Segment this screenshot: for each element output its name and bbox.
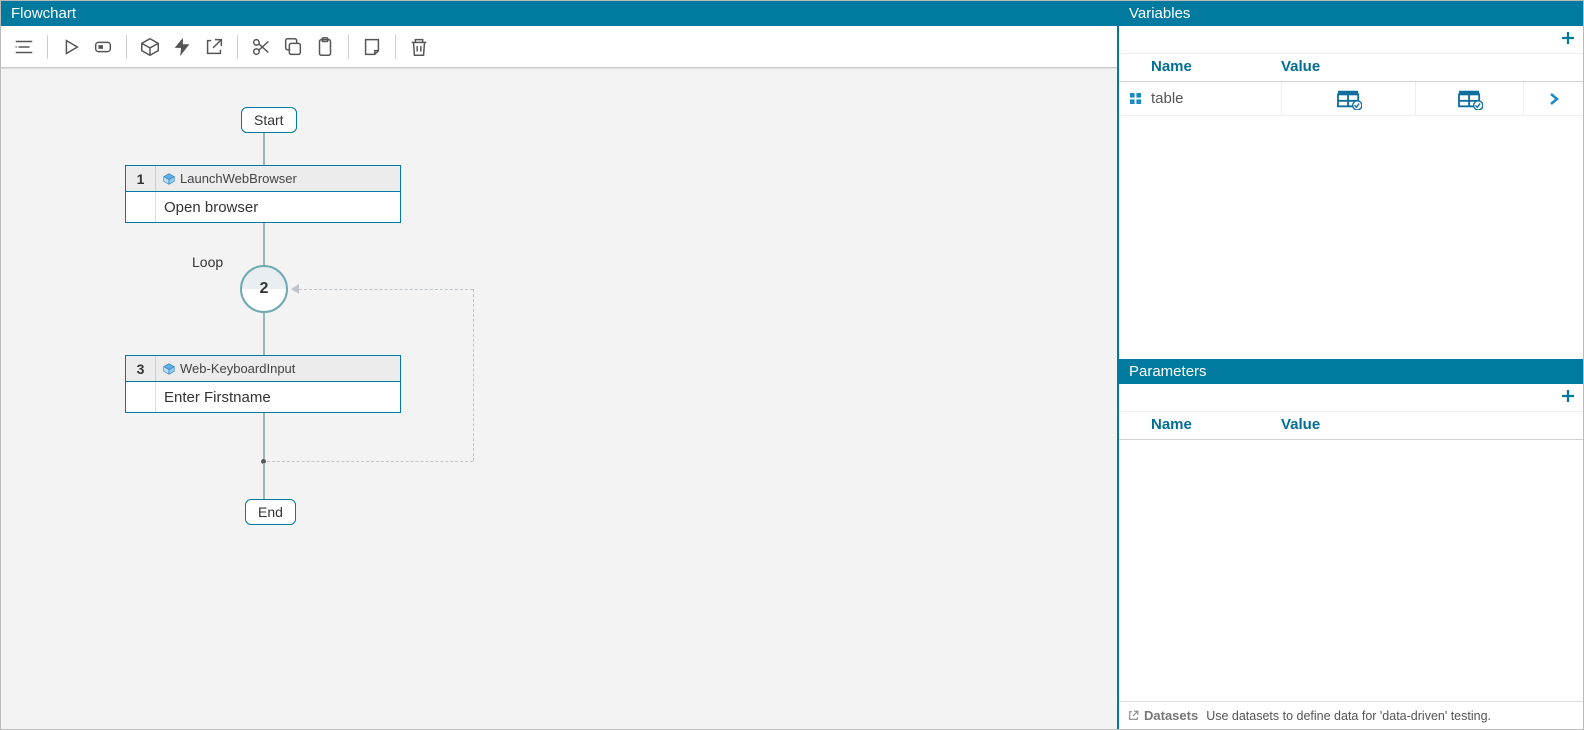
step-number: 3 — [126, 356, 156, 381]
parameters-col-value: Value — [1281, 416, 1583, 433]
toolbar-separator — [47, 35, 48, 59]
step-body-gutter — [126, 192, 156, 222]
toolbar-separator — [237, 35, 238, 59]
connector — [263, 463, 265, 499]
parameters-panel: Parameters Name Value Datasets Use datas… — [1119, 359, 1583, 729]
step-node-1[interactable]: 1 LaunchWebBrowser Open browser — [125, 165, 401, 223]
lightning-icon — [171, 36, 193, 58]
breakpoint-button[interactable] — [88, 32, 118, 62]
variable-row[interactable]: table — [1119, 82, 1583, 116]
external-link-icon — [1127, 709, 1140, 722]
step-type: LaunchWebBrowser — [156, 171, 297, 186]
add-parameter-button[interactable] — [1559, 386, 1577, 410]
datasets-link[interactable]: Datasets — [1127, 708, 1198, 723]
chevron-right-icon — [1548, 92, 1560, 106]
plus-icon — [1559, 29, 1577, 47]
toolbar-separator — [395, 35, 396, 59]
cube-icon — [162, 362, 176, 376]
parameters-grid-body — [1119, 440, 1583, 701]
copy-button[interactable] — [278, 32, 308, 62]
delete-button[interactable] — [404, 32, 434, 62]
variable-name: table — [1151, 90, 1281, 107]
plus-icon — [1559, 387, 1577, 405]
variables-toolbar — [1119, 26, 1583, 54]
table-edit-icon — [1336, 88, 1362, 110]
play-button[interactable] — [56, 32, 86, 62]
external-button[interactable] — [199, 32, 229, 62]
variable-type-icon — [1119, 93, 1151, 104]
loop-return-arrow — [291, 284, 299, 294]
step-body-text: Enter Firstname — [156, 382, 400, 412]
table-type-icon — [1130, 93, 1141, 104]
package-button[interactable] — [135, 32, 165, 62]
note-button[interactable] — [357, 32, 387, 62]
package-icon — [139, 36, 161, 58]
step-header: 1 LaunchWebBrowser — [126, 166, 400, 192]
connector — [263, 133, 265, 165]
connector — [263, 313, 265, 355]
end-node[interactable]: End — [245, 499, 296, 525]
start-node[interactable]: Start — [241, 107, 297, 133]
paste-button[interactable] — [310, 32, 340, 62]
align-icon — [13, 36, 35, 58]
flowchart-title: Flowchart — [1, 1, 1117, 26]
variable-value-edit-2[interactable] — [1415, 82, 1523, 115]
align-button[interactable] — [9, 32, 39, 62]
breakpoint-icon — [92, 36, 114, 58]
step-type-label: Web-KeyboardInput — [180, 361, 295, 376]
note-icon — [361, 36, 383, 58]
add-variable-button[interactable] — [1559, 28, 1577, 52]
table-edit-icon — [1457, 88, 1483, 110]
app-root: Flowchart — [0, 0, 1584, 730]
step-body: Enter Firstname — [126, 382, 400, 412]
parameters-footer: Datasets Use datasets to define data for… — [1119, 701, 1583, 729]
step-body-gutter — [126, 382, 156, 412]
parameters-grid-header: Name Value — [1119, 412, 1583, 440]
connector — [263, 413, 265, 459]
loop-return-line — [267, 461, 473, 462]
flowchart-canvas[interactable]: Start 1 LaunchWebBrowser Open browser Lo… — [1, 68, 1117, 729]
step-number: 1 — [126, 166, 156, 191]
loop-label: Loop — [192, 254, 223, 270]
variable-expand-button[interactable] — [1523, 82, 1583, 115]
external-link-icon — [203, 36, 225, 58]
trash-icon — [408, 36, 430, 58]
play-icon — [60, 36, 82, 58]
toolbar-separator — [348, 35, 349, 59]
scissors-icon — [250, 36, 272, 58]
cube-icon — [162, 172, 176, 186]
variables-panel: Variables Name Value table — [1119, 1, 1583, 359]
step-type: Web-KeyboardInput — [156, 361, 295, 376]
step-type-label: LaunchWebBrowser — [180, 171, 297, 186]
variable-value-edit-1[interactable] — [1281, 82, 1415, 115]
variables-col-value: Value — [1281, 58, 1583, 75]
datasets-label: Datasets — [1144, 708, 1198, 723]
step-body: Open browser — [126, 192, 400, 222]
loop-node[interactable]: 2 — [240, 265, 288, 313]
flowchart-toolbar — [1, 26, 1117, 68]
variables-grid-body: table — [1119, 82, 1583, 359]
connector — [263, 223, 265, 265]
clipboard-icon — [314, 36, 336, 58]
step-node-2[interactable]: 3 Web-KeyboardInput Enter Firstname — [125, 355, 401, 413]
right-panel: Variables Name Value table — [1119, 1, 1583, 729]
loop-return-line — [299, 289, 473, 290]
parameters-toolbar — [1119, 384, 1583, 412]
variables-title: Variables — [1119, 1, 1583, 26]
datasets-hint: Use datasets to define data for 'data-dr… — [1206, 709, 1491, 723]
step-header: 3 Web-KeyboardInput — [126, 356, 400, 382]
loop-return-line — [473, 289, 474, 461]
variables-grid-header: Name Value — [1119, 54, 1583, 82]
parameters-col-name: Name — [1151, 416, 1281, 433]
parameters-title: Parameters — [1119, 359, 1583, 384]
cut-button[interactable] — [246, 32, 276, 62]
step-body-text: Open browser — [156, 192, 400, 222]
toolbar-separator — [126, 35, 127, 59]
flowchart-panel: Flowchart — [1, 1, 1119, 729]
copy-icon — [282, 36, 304, 58]
action-button[interactable] — [167, 32, 197, 62]
variables-col-name: Name — [1151, 58, 1281, 75]
